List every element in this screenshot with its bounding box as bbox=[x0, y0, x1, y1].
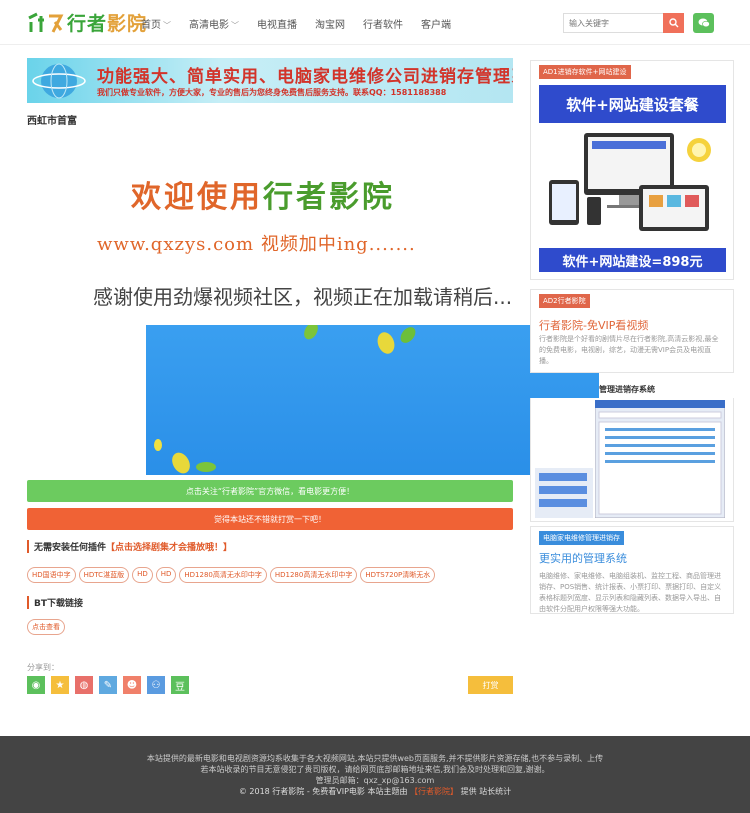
bt-section-title: BT下载链接 bbox=[27, 596, 83, 609]
episode-tag[interactable]: HDTC湛蓝版 bbox=[78, 567, 130, 583]
ad1-badge: AD1进销存软件+网站建设 bbox=[539, 65, 631, 79]
episode-tag[interactable]: HD国语中字 bbox=[27, 567, 76, 583]
footer-disclaimer: 本站提供的最新电影和电视剧资源均系收集于各大视频网站,本站只提供web页面服务,… bbox=[146, 754, 604, 763]
footer-theme-link[interactable]: 【行者影院】 bbox=[410, 787, 458, 796]
episode-tag[interactable]: HD1280高清无水印中字 bbox=[179, 567, 267, 583]
reward-notice-bar[interactable]: 觉得本站还不错就打赏一下吧！ bbox=[27, 508, 513, 530]
nav-item-hd-movies[interactable]: 高清电影 ﹀ bbox=[189, 16, 239, 31]
share-label: 分享到： bbox=[27, 663, 59, 672]
devices-illustration bbox=[549, 133, 711, 231]
software-menu-preview bbox=[535, 468, 593, 518]
share-icons: ◉ ★ ◍ ✎ ☻ ⚇ 豆 bbox=[27, 676, 189, 694]
sidebar-ad2[interactable]: AD2行者影院 行者影院-免VIP看视频 行者影院是个好看的剧情片尽在行者影院,… bbox=[530, 289, 734, 373]
follow-wechat-bar[interactable]: 点击关注“行者影院”官方微信，看电影更方便！ bbox=[27, 480, 513, 502]
search-icon bbox=[668, 18, 678, 28]
episode-tag[interactable]: HD bbox=[155, 567, 177, 583]
globe-icon bbox=[32, 63, 86, 99]
nav-item-taobao[interactable]: 淘宝网 bbox=[315, 16, 345, 31]
software-screenshot bbox=[595, 400, 725, 518]
renren-share-icon[interactable]: ⚇ bbox=[147, 676, 165, 694]
logo-text: 行者影院 bbox=[67, 13, 148, 35]
nav-item-tv-live[interactable]: 电视直播 bbox=[257, 16, 297, 31]
sidebar-ad3[interactable]: 管理进销存系统 bbox=[530, 385, 734, 522]
episode-tags: HD国语中字 HDTC湛蓝版 HD HD HD1280高清无水印中字 HD128… bbox=[27, 567, 436, 583]
ad4-title[interactable]: 更实用的管理系统 bbox=[539, 550, 627, 566]
footer-credits: © 2018 行者影院 - 免费看VIP电影 本站主题由 【行者影院】 提供 站… bbox=[238, 787, 512, 796]
wechat-share-icon[interactable]: ◉ bbox=[27, 676, 45, 694]
loading-message: 感谢使用劲爆视频社区，视频正在加载请稍后... bbox=[93, 285, 513, 309]
search-button[interactable] bbox=[663, 13, 684, 33]
site-logo[interactable]: 行者影院 bbox=[27, 9, 147, 36]
weibo-share-icon[interactable]: ◍ bbox=[75, 676, 93, 694]
promo-banner[interactable]: 功能强大、简单实用、电脑家电维修公司进销存管理系统 我们只做专业软件，方便大家，… bbox=[27, 58, 513, 103]
tencent-weibo-share-icon[interactable]: ✎ bbox=[99, 676, 117, 694]
footer-copyright-notice: 若本站收录的节目无意侵犯了贵司版权，请给网页底部邮箱地址来信,我们会及时处理和回… bbox=[200, 765, 550, 774]
footer: 本站提供的最新电影和电视剧资源均系收集于各大视频网站,本站只提供web页面服务,… bbox=[0, 736, 750, 813]
player-url: www.qxzys.com 视频加中ing....... bbox=[97, 234, 416, 255]
episode-tag[interactable]: HD1280高清无水印中字 bbox=[269, 567, 358, 583]
ad3-title: 管理进销存系统 bbox=[599, 385, 655, 394]
nav-item-home[interactable]: 首页 ﹀ bbox=[141, 16, 171, 31]
episode-tag[interactable]: HDTS720P清晰无水 bbox=[360, 567, 436, 583]
ad2-badge: AD2行者影院 bbox=[539, 294, 590, 308]
chevron-down-icon: ﹀ bbox=[163, 21, 171, 30]
video-player[interactable]: 欢迎使用行者影院 www.qxzys.com 视频加中ing....... 感谢… bbox=[27, 135, 599, 475]
qzone-share-icon[interactable]: ★ bbox=[51, 676, 69, 694]
nav-item-software[interactable]: 行者软件 bbox=[363, 16, 403, 31]
episode-tag[interactable]: HD bbox=[132, 567, 153, 583]
qq-share-icon[interactable]: ☻ bbox=[123, 676, 141, 694]
banner-subtitle: 我们只做专业软件，方便大家，专业的售后为您终身免费售后服务支持。联系QQ：158… bbox=[97, 88, 447, 97]
player-welcome: 欢迎使用行者影院 bbox=[131, 180, 395, 215]
plugin-section-title: 无需安装任何插件【点击选择剧集才会播放哦！】 bbox=[27, 540, 232, 553]
wechat-icon bbox=[698, 18, 710, 28]
sidebar-ad4[interactable]: 电脑家电维修管理进销存 更实用的管理系统 电脑维修、家电维修、电脑组装机、监控工… bbox=[530, 526, 734, 614]
page-title: 西虹市首富 bbox=[27, 116, 77, 127]
sidebar-ad1[interactable]: AD1进销存软件+网站建设 软件+网站建设套餐 软件+网站建设=898元 bbox=[530, 60, 734, 280]
douban-share-icon[interactable]: 豆 bbox=[171, 676, 189, 694]
main-nav: 首页 ﹀ 高清电影 ﹀ 电视直播 淘宝网 行者软件 客户端 bbox=[141, 16, 469, 31]
ad2-description: 行者影院是个好看的剧情片尽在行者影院,高清云影视,最全的免费电影，电视剧，综艺，… bbox=[539, 335, 719, 365]
banner-title: 功能强大、简单实用、电脑家电维修公司进销存管理系统 bbox=[97, 67, 513, 87]
header: 行者影院 首页 ﹀ 高清电影 ﹀ 电视直播 淘宝网 行者软件 客户端 bbox=[0, 0, 750, 45]
bt-view-button[interactable]: 点击查看 bbox=[27, 619, 65, 635]
ad1-price: 软件+网站建设=898元 bbox=[539, 248, 726, 272]
wechat-button[interactable] bbox=[693, 13, 714, 33]
logo-mark-icon bbox=[28, 12, 64, 33]
ad4-description: 电脑维修、家电维修、电脑组装机、监控工程、商品管理进销存、POS销售、统计报表、… bbox=[539, 572, 722, 613]
bt-links: 点击查看 bbox=[27, 619, 65, 635]
ad4-badge: 电脑家电维修管理进销存 bbox=[539, 531, 624, 545]
footer-admin-email: 管理员邮箱：qxz_xp@163.com bbox=[315, 776, 435, 785]
ad2-title[interactable]: 行者影院-免VIP看视频 bbox=[539, 317, 648, 333]
nav-item-client[interactable]: 客户端 bbox=[421, 16, 451, 31]
chevron-down-icon: ﹀ bbox=[231, 21, 239, 30]
reward-button[interactable]: 打赏 bbox=[468, 676, 513, 694]
ad1-headline: 软件+网站建设套餐 bbox=[539, 85, 726, 123]
